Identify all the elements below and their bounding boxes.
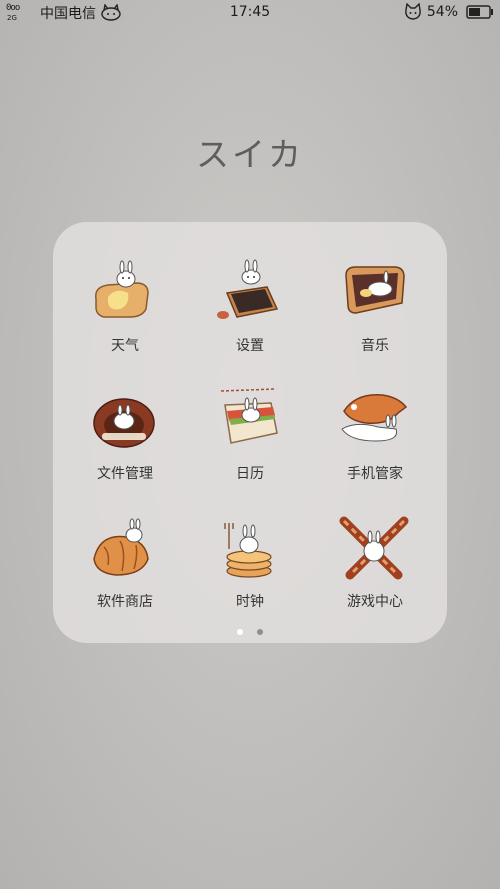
chocolate-bun-bunny-icon — [93, 398, 155, 448]
app-software-store[interactable]: 软件商店 — [70, 513, 180, 628]
status-right: 54% — [403, 3, 494, 21]
app-game-center[interactable]: 游戏中心 — [320, 513, 430, 628]
app-label: 音乐 — [361, 338, 389, 354]
page-dot[interactable] — [257, 629, 263, 635]
app-file-manager[interactable]: 文件管理 — [70, 385, 180, 500]
app-label: 设置 — [236, 338, 264, 354]
burnt-toast-bunny-icon — [217, 259, 279, 319]
app-weather[interactable]: 天气 — [70, 257, 180, 372]
battery-percent: 54% — [426, 4, 458, 20]
taiyaki-bunny-icon — [341, 394, 408, 442]
app-calendar[interactable]: 日历 — [195, 385, 305, 500]
app-label: 天气 — [111, 338, 139, 354]
sandwich-bunny-icon — [220, 388, 278, 444]
folder-title[interactable]: スイカ — [0, 128, 500, 176]
app-music[interactable]: 音乐 — [320, 257, 430, 372]
battery-icon — [466, 5, 493, 19]
app-label: 游戏中心 — [347, 594, 403, 610]
status-bar: 0oo 2G 中国电信 17:45 54% — [0, 0, 500, 26]
app-label: 日历 — [236, 466, 264, 482]
page-indicator[interactable] — [0, 629, 500, 635]
app-clock[interactable]: 时钟 — [195, 513, 305, 628]
croissant-bunny-icon — [93, 518, 149, 576]
app-phone-manager[interactable]: 手机管家 — [320, 385, 430, 500]
app-label: 文件管理 — [97, 466, 153, 482]
app-settings[interactable]: 设置 — [195, 257, 305, 372]
bacon-bunny-icon — [339, 516, 409, 580]
bread-bunny-icon — [95, 260, 149, 318]
jam-toast-bunny-icon — [345, 266, 405, 314]
app-label: 时钟 — [236, 594, 264, 610]
pancake-bunny-icon — [224, 523, 272, 578]
app-label: 手机管家 — [347, 466, 403, 482]
app-label: 软件商店 — [97, 594, 153, 610]
cat-face-icon — [405, 3, 421, 20]
page-dot-active[interactable] — [237, 629, 243, 635]
